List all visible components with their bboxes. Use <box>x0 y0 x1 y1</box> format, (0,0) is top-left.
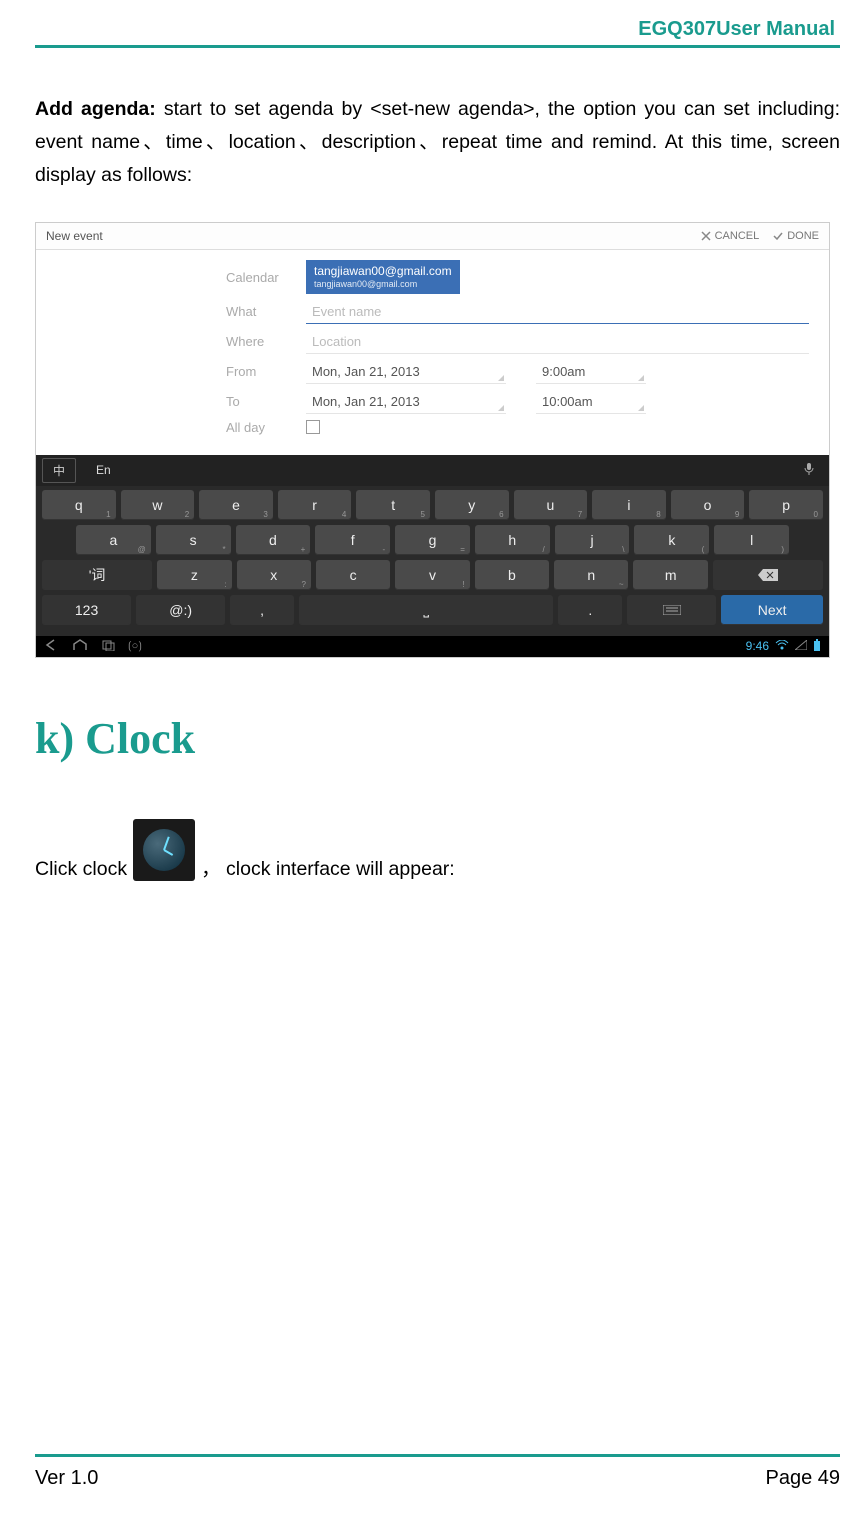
clock-text-after: ， clock interface will appear: <box>201 852 455 881</box>
add-agenda-paragraph: Add agenda: start to set agenda by <set-… <box>35 93 840 192</box>
clock-app-icon[interactable] <box>133 819 195 881</box>
from-label: From <box>226 364 306 379</box>
footer-page: Page 49 <box>765 1467 840 1490</box>
mic-icon[interactable] <box>795 462 823 479</box>
backspace-icon <box>758 569 778 581</box>
kb-comma-key[interactable]: , <box>230 595 294 625</box>
kb-key-c[interactable]: c <box>316 560 390 590</box>
page-footer: Ver 1.0 Page 49 <box>35 1454 840 1490</box>
what-label: What <box>226 304 306 319</box>
kb-key-z[interactable]: z: <box>157 560 231 590</box>
footer-version: Ver 1.0 <box>35 1467 98 1490</box>
nav-recent-icon[interactable] <box>100 639 116 654</box>
new-event-title: New event <box>46 229 103 243</box>
kb-symbols-key[interactable]: 123 <box>42 595 131 625</box>
kb-key-p[interactable]: p0 <box>749 490 823 520</box>
kb-space-key[interactable]: ⎵ <box>299 595 554 625</box>
kb-row-3: '词 z:x?cv!bn~m <box>42 560 823 590</box>
nav-home-icon[interactable] <box>72 639 88 654</box>
kb-key-r[interactable]: r4 <box>278 490 352 520</box>
kb-key-n[interactable]: n~ <box>554 560 628 590</box>
kb-key-l[interactable]: l) <box>714 525 789 555</box>
cancel-button[interactable]: CANCEL <box>701 230 760 242</box>
done-button[interactable]: DONE <box>773 230 819 242</box>
onscreen-keyboard: 中 En q1w2e3r4t5y6u7i8o9p0 a@s*d+f-g=h/j\… <box>36 455 829 636</box>
header-rule <box>35 45 840 48</box>
kb-lang-cn[interactable]: 中 <box>42 458 76 483</box>
kb-key-h[interactable]: h/ <box>475 525 550 555</box>
calendar-selector[interactable]: tangjiawan00@gmail.com tangjiawan00@gmai… <box>306 260 460 293</box>
kb-shift-key[interactable]: '词 <box>42 560 152 590</box>
clock-face-icon <box>143 829 185 871</box>
android-statusbar: ⟮○⟯ 9:46 <box>36 636 829 657</box>
kb-key-t[interactable]: t5 <box>356 490 430 520</box>
location-input[interactable]: Location <box>306 330 809 354</box>
new-event-topbar: New event CANCEL DONE <box>36 223 829 250</box>
add-agenda-body: start to set agenda by <set-new agenda>,… <box>35 98 840 186</box>
kb-period-key[interactable]: . <box>558 595 622 625</box>
kb-key-d[interactable]: d+ <box>236 525 311 555</box>
from-time-picker[interactable]: 9:00am <box>536 360 646 384</box>
kb-key-w[interactable]: w2 <box>121 490 195 520</box>
battery-icon <box>813 639 821 654</box>
to-label: To <box>226 394 306 409</box>
kb-backspace-key[interactable] <box>713 560 823 590</box>
kb-emoji-key[interactable]: @:) <box>136 595 225 625</box>
kb-key-y[interactable]: y6 <box>435 490 509 520</box>
kb-key-b[interactable]: b <box>475 560 549 590</box>
kb-row-4: 123 @:) , ⎵ . Next <box>42 595 823 625</box>
clock-paragraph: Click clock ， clock interface will appea… <box>35 819 840 881</box>
add-agenda-lead: Add agenda: <box>35 98 156 120</box>
to-date-picker[interactable]: Mon, Jan 21, 2013 <box>306 390 506 414</box>
close-icon <box>701 231 711 241</box>
new-event-screenshot: New event CANCEL DONE Calendar tangjiawa… <box>35 222 830 657</box>
kb-next-key[interactable]: Next <box>721 595 823 625</box>
event-name-input[interactable]: Event name <box>306 300 809 324</box>
clock-text-before: Click clock <box>35 858 127 881</box>
kb-key-v[interactable]: v! <box>395 560 469 590</box>
wifi-icon <box>775 639 789 653</box>
where-label: Where <box>226 334 306 349</box>
statusbar-time: 9:46 <box>746 639 769 653</box>
kb-key-x[interactable]: x? <box>237 560 311 590</box>
kb-key-a[interactable]: a@ <box>76 525 151 555</box>
kb-row-1: q1w2e3r4t5y6u7i8o9p0 <box>42 490 823 520</box>
event-form: Calendar tangjiawan00@gmail.com tangjiaw… <box>36 250 829 454</box>
allday-checkbox[interactable] <box>306 420 320 434</box>
nav-screenshot-icon[interactable]: ⟮○⟯ <box>128 640 142 653</box>
to-time-picker[interactable]: 10:00am <box>536 390 646 414</box>
kb-key-e[interactable]: e3 <box>199 490 273 520</box>
section-heading-clock: k) Clock <box>35 713 840 764</box>
kb-key-m[interactable]: m <box>633 560 707 590</box>
nav-back-icon[interactable] <box>44 639 60 654</box>
calendar-label: Calendar <box>226 270 306 285</box>
keyboard-icon <box>663 605 681 615</box>
check-icon <box>773 231 783 241</box>
kb-row-2: a@s*d+f-g=h/j\k(l) <box>42 525 823 555</box>
signal-icon <box>795 639 807 653</box>
kb-key-s[interactable]: s* <box>156 525 231 555</box>
from-date-picker[interactable]: Mon, Jan 21, 2013 <box>306 360 506 384</box>
kb-key-q[interactable]: q1 <box>42 490 116 520</box>
kb-key-o[interactable]: o9 <box>671 490 745 520</box>
kb-key-j[interactable]: j\ <box>555 525 630 555</box>
kb-input-method-key[interactable] <box>627 595 716 625</box>
kb-key-i[interactable]: i8 <box>592 490 666 520</box>
kb-key-f[interactable]: f- <box>315 525 390 555</box>
header-title: EGQ307User Manual <box>35 10 840 41</box>
allday-label: All day <box>226 420 306 435</box>
kb-key-k[interactable]: k( <box>634 525 709 555</box>
footer-rule <box>35 1454 840 1457</box>
kb-key-g[interactable]: g= <box>395 525 470 555</box>
kb-lang-en[interactable]: En <box>82 460 125 480</box>
kb-key-u[interactable]: u7 <box>514 490 588 520</box>
